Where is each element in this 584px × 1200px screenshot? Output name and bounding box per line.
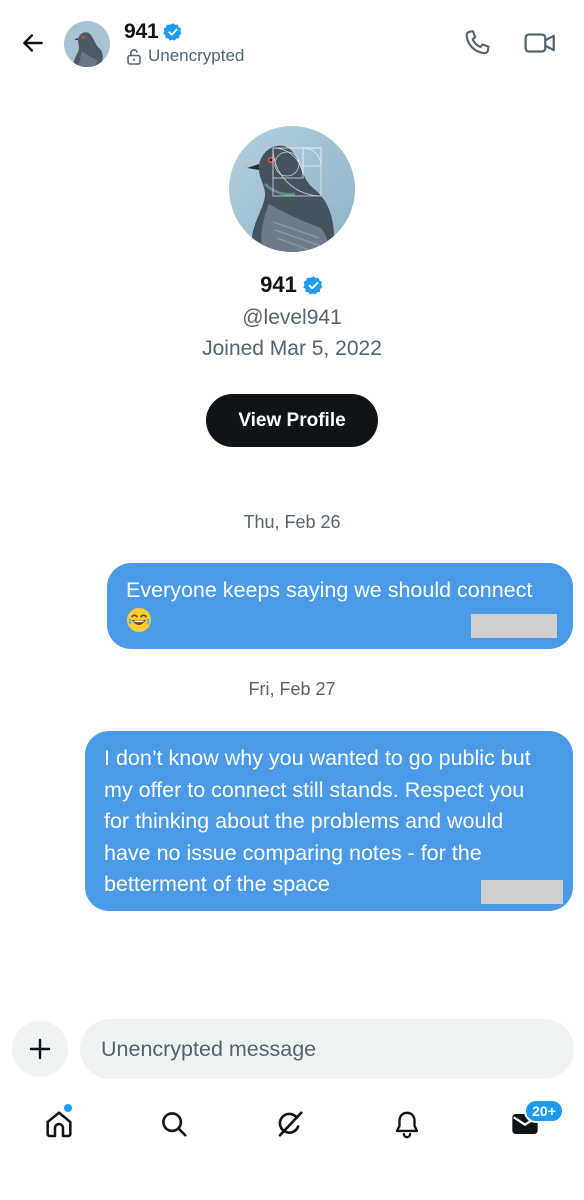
home-indicator-area (0, 1180, 584, 1200)
profile-name-row: 941 (0, 272, 584, 298)
dm-conversation-screen: { "header": { "name": "941", "encryption… (0, 0, 584, 1200)
profile-name: 941 (260, 272, 297, 297)
sent-message-bubble[interactable]: Everyone keeps saying we should connect (107, 563, 573, 649)
notifications-bell-icon (395, 1111, 419, 1139)
message-text: I don’t know why you wanted to go public… (104, 746, 531, 896)
plus-icon (29, 1038, 51, 1060)
encryption-status: Unencrypted (126, 46, 244, 66)
header-avatar[interactable] (64, 21, 110, 67)
date-separator: Fri, Feb 27 (248, 679, 336, 699)
unlocked-padlock-icon (127, 48, 141, 65)
nav-notifications[interactable] (385, 1102, 429, 1146)
profile-handle: @level941 (242, 306, 342, 329)
message-input[interactable] (80, 1019, 574, 1079)
header-name-row[interactable]: 941 (124, 20, 183, 44)
phone-icon (465, 30, 490, 55)
back-arrow-icon (23, 34, 43, 52)
back-button[interactable] (14, 24, 52, 62)
date-separator: Thu, Feb 26 (243, 512, 341, 532)
video-camera-icon (524, 33, 555, 53)
add-attachment-button[interactable] (12, 1021, 68, 1077)
bottom-navigation (0, 1096, 584, 1152)
message-text: Everyone keeps saying we should connect (126, 578, 533, 602)
redacted-timestamp (481, 880, 563, 904)
nav-home[interactable] (37, 1102, 81, 1146)
profile-avatar[interactable] (229, 126, 355, 252)
laughing-emoji-icon (127, 607, 151, 632)
profile-joined-date: Joined Mar 5, 2022 (202, 337, 382, 360)
verified-badge-icon (303, 275, 323, 295)
conversation-header: 941 Unencrypted (0, 0, 584, 88)
search-icon (162, 1112, 187, 1137)
header-name: 941 (124, 20, 159, 43)
grok-icon (278, 1111, 303, 1137)
home-notification-dot (64, 1104, 72, 1112)
nav-search[interactable] (152, 1102, 196, 1146)
redacted-timestamp (471, 614, 557, 638)
home-icon (46, 1111, 72, 1138)
messages-count-badge: 20+ (524, 1099, 564, 1123)
nav-grok[interactable] (268, 1102, 312, 1146)
view-profile-button[interactable]: View Profile (206, 394, 378, 447)
encryption-status-label: Unencrypted (148, 46, 245, 65)
call-button[interactable] (461, 27, 495, 61)
verified-badge-icon (163, 23, 182, 41)
sent-message-bubble[interactable]: I don’t know why you wanted to go public… (85, 731, 573, 911)
video-call-button[interactable] (523, 27, 559, 61)
